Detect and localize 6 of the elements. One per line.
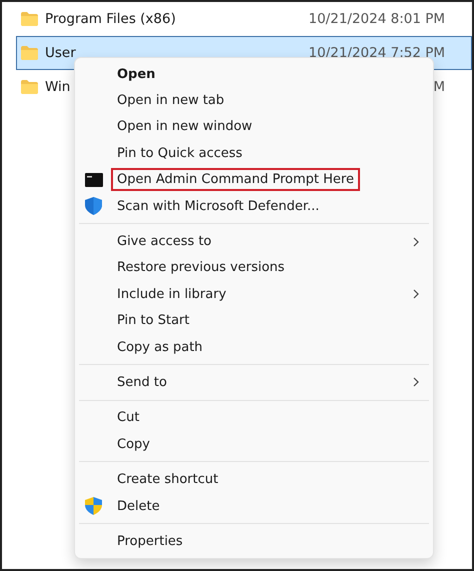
file-name: Program Files (x86) (45, 11, 177, 27)
modified-date: M (433, 79, 445, 95)
modified-date: 10/21/2024 8:01 PM (308, 11, 445, 27)
file-name: User (45, 45, 77, 61)
file-name: Win (45, 79, 72, 95)
modified-date: 10/21/2024 7:52 PM (308, 45, 445, 61)
